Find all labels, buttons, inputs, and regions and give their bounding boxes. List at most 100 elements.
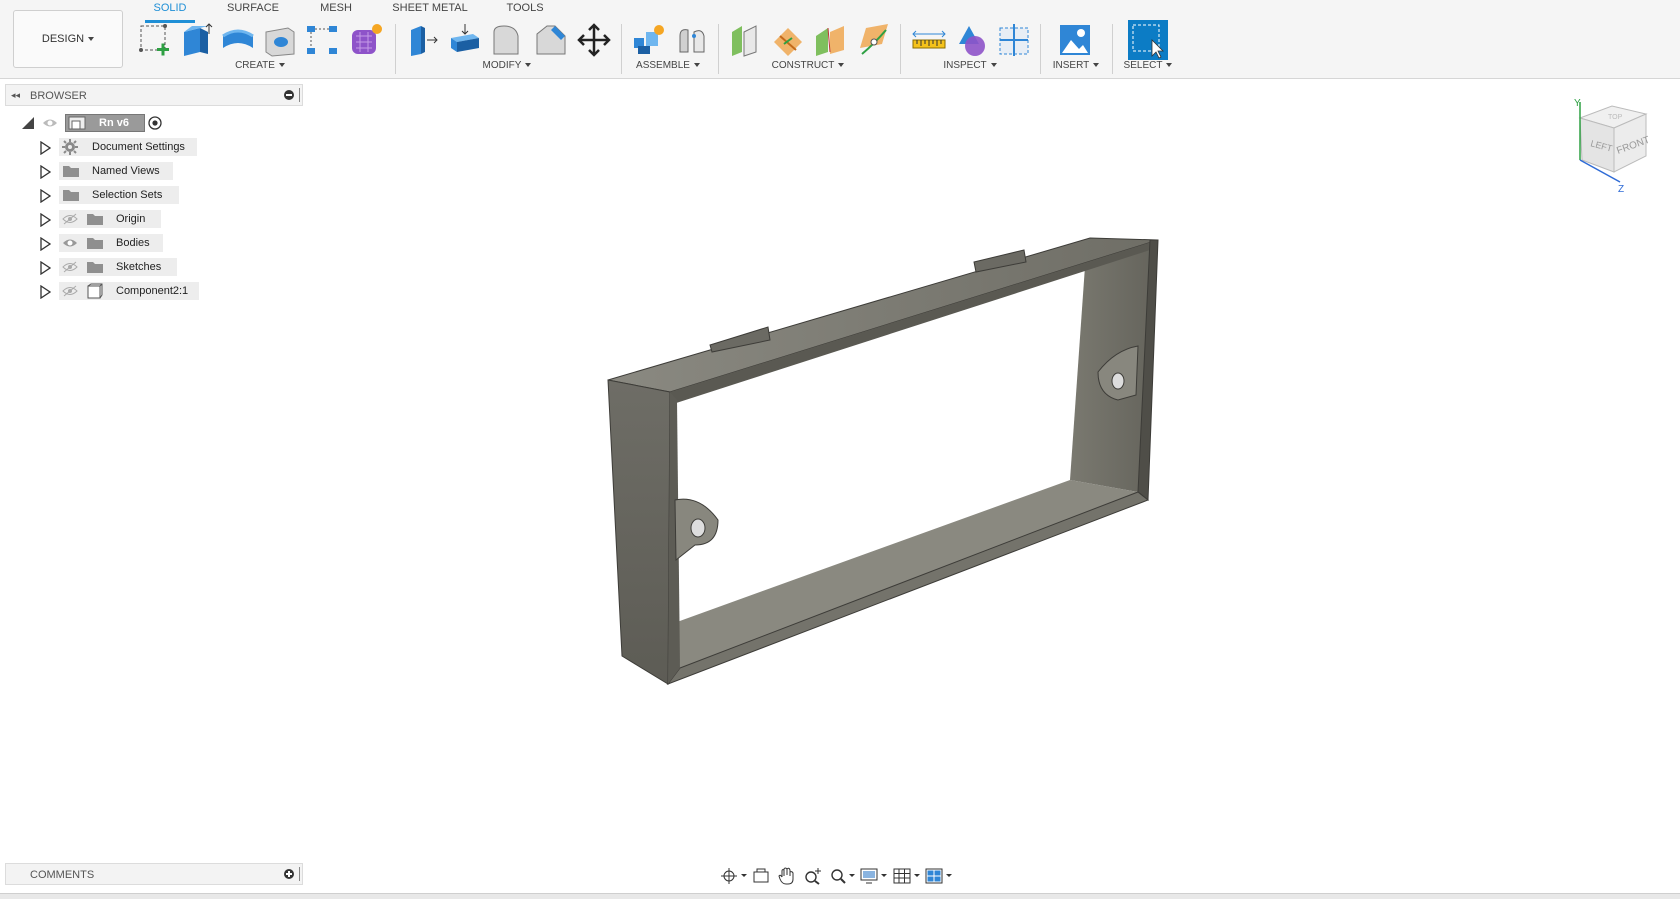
browser-item-label: Bodies: [116, 237, 150, 249]
browser-item-label: Document Settings: [92, 141, 185, 153]
comments-title: COMMENTS: [30, 869, 95, 881]
grid-settings-icon[interactable]: [893, 867, 921, 885]
folder-icon: [63, 166, 79, 177]
fillet-icon[interactable]: [490, 22, 526, 58]
chevron-down-icon: [990, 63, 997, 68]
modify-menu[interactable]: MODIFY: [475, 60, 539, 71]
tab-solid[interactable]: SOLID: [145, 0, 195, 23]
create-menu[interactable]: CREATE: [230, 60, 290, 71]
offset-face-icon[interactable]: [447, 22, 483, 58]
orbit-icon[interactable]: [720, 867, 748, 885]
select-menu[interactable]: SELECT: [1116, 60, 1180, 71]
axis-z-label: Z: [1618, 184, 1624, 195]
browser-item-selection-sets[interactable]: Selection Sets: [5, 184, 303, 206]
browser-item-document-settings[interactable]: Document Settings: [5, 136, 303, 158]
plane-along-path-icon[interactable]: [856, 22, 892, 58]
pan-hand-icon[interactable]: [778, 866, 796, 886]
minimize-browser-icon[interactable]: [284, 90, 294, 100]
collapse-toggle-icon[interactable]: [22, 117, 34, 129]
create-sketch-icon[interactable]: [137, 22, 173, 58]
zoom-window-icon[interactable]: [804, 867, 824, 885]
assemble-menu[interactable]: ASSEMBLE: [633, 60, 703, 71]
move-icon[interactable]: [576, 22, 612, 58]
plane-at-angle-icon[interactable]: [770, 22, 806, 58]
browser-item-origin[interactable]: Origin: [5, 208, 303, 230]
browser-item-label: Origin: [116, 213, 146, 225]
modify-menu-label: MODIFY: [482, 60, 522, 71]
activate-radio-icon[interactable]: [148, 116, 162, 130]
root-component-chip[interactable]: Rn v6: [65, 114, 145, 132]
workspace-switcher-button[interactable]: DESIGN: [13, 10, 123, 68]
browser-item-label: Selection Sets: [92, 189, 163, 201]
create-form-icon[interactable]: [348, 22, 384, 58]
expand-toggle-icon[interactable]: [39, 236, 52, 254]
chevron-down-icon: [693, 63, 700, 68]
browser-panel-header: ◂◂ BROWSER: [5, 84, 303, 106]
tab-surface[interactable]: SURFACE: [222, 0, 284, 20]
hidden-eye-icon[interactable]: [62, 213, 78, 225]
visibility-eye-icon[interactable]: [62, 237, 78, 249]
select-icon[interactable]: [1128, 20, 1168, 60]
model-frame[interactable]: [590, 225, 1170, 685]
toolbar-divider: [718, 24, 719, 74]
expand-toggle-icon[interactable]: [39, 164, 52, 182]
display-settings-icon[interactable]: [860, 867, 888, 885]
construct-menu[interactable]: CONSTRUCT: [768, 60, 848, 71]
measure-icon[interactable]: [911, 22, 947, 58]
chevron-down-icon: [1166, 63, 1173, 68]
expand-toggle-icon[interactable]: [39, 284, 52, 302]
expand-toggle-icon[interactable]: [39, 188, 52, 206]
section-analysis-icon[interactable]: [996, 22, 1032, 58]
hidden-eye-icon[interactable]: [62, 285, 78, 297]
pattern-icon[interactable]: [304, 22, 340, 58]
joint-icon[interactable]: [674, 22, 710, 58]
expand-toggle-icon[interactable]: [39, 140, 52, 158]
hidden-eye-icon[interactable]: [62, 261, 78, 273]
viewports-icon[interactable]: [925, 867, 953, 885]
tab-sheet-metal[interactable]: SHEET METAL: [390, 0, 470, 20]
browser-root-row[interactable]: Rn v6: [5, 112, 303, 134]
toolbar-divider: [621, 24, 622, 74]
toolbar: DESIGN SOLID SURFACE MESH SHEET METAL TO…: [0, 0, 1680, 79]
add-comment-icon[interactable]: [284, 869, 294, 879]
hole-icon[interactable]: [262, 22, 298, 58]
inspect-menu[interactable]: INSPECT: [935, 60, 1005, 71]
tab-mesh[interactable]: MESH: [315, 0, 357, 20]
panel-drag-handle[interactable]: [299, 88, 300, 102]
insert-menu[interactable]: INSERT: [1046, 60, 1106, 71]
chevron-down-icon: [838, 63, 845, 68]
toolbar-divider: [395, 24, 396, 74]
chamfer-icon[interactable]: [533, 22, 569, 58]
folder-icon: [63, 190, 79, 201]
press-pull-icon[interactable]: [405, 22, 441, 58]
chevron-down-icon: [88, 37, 95, 41]
expand-toggle-icon[interactable]: [39, 260, 52, 278]
browser-item-bodies[interactable]: Bodies: [5, 232, 303, 254]
browser-item-label: Component2:1: [116, 285, 189, 297]
insert-image-icon[interactable]: [1057, 22, 1093, 58]
toolbar-divider: [1040, 24, 1041, 74]
create-menu-label: CREATE: [235, 60, 275, 71]
browser-item-component2[interactable]: Component2:1: [5, 280, 303, 302]
expand-toggle-icon[interactable]: [39, 212, 52, 230]
assemble-menu-label: ASSEMBLE: [636, 60, 690, 71]
collapse-panel-icon[interactable]: ◂◂: [11, 90, 20, 101]
interference-icon[interactable]: [953, 22, 989, 58]
visibility-eye-icon[interactable]: [42, 117, 58, 129]
look-at-icon[interactable]: [752, 867, 770, 885]
tab-tools[interactable]: TOOLS: [500, 0, 550, 20]
revolve-icon[interactable]: [220, 22, 256, 58]
comments-panel-header: COMMENTS: [5, 863, 303, 885]
browser-item-named-views[interactable]: Named Views: [5, 160, 303, 182]
extrude-icon[interactable]: [178, 22, 214, 58]
panel-drag-handle[interactable]: [299, 867, 300, 881]
zoom-icon[interactable]: [830, 867, 856, 885]
folder-icon: [87, 262, 103, 273]
view-cube[interactable]: LEFT FRONT TOP Y Z: [1570, 96, 1680, 196]
browser-item-label: Sketches: [116, 261, 162, 273]
midplane-icon[interactable]: [812, 22, 848, 58]
offset-plane-icon[interactable]: [728, 22, 764, 58]
browser-item-sketches[interactable]: Sketches: [5, 256, 303, 278]
bottom-status-strip: [0, 893, 1680, 899]
new-component-icon[interactable]: [630, 22, 666, 58]
